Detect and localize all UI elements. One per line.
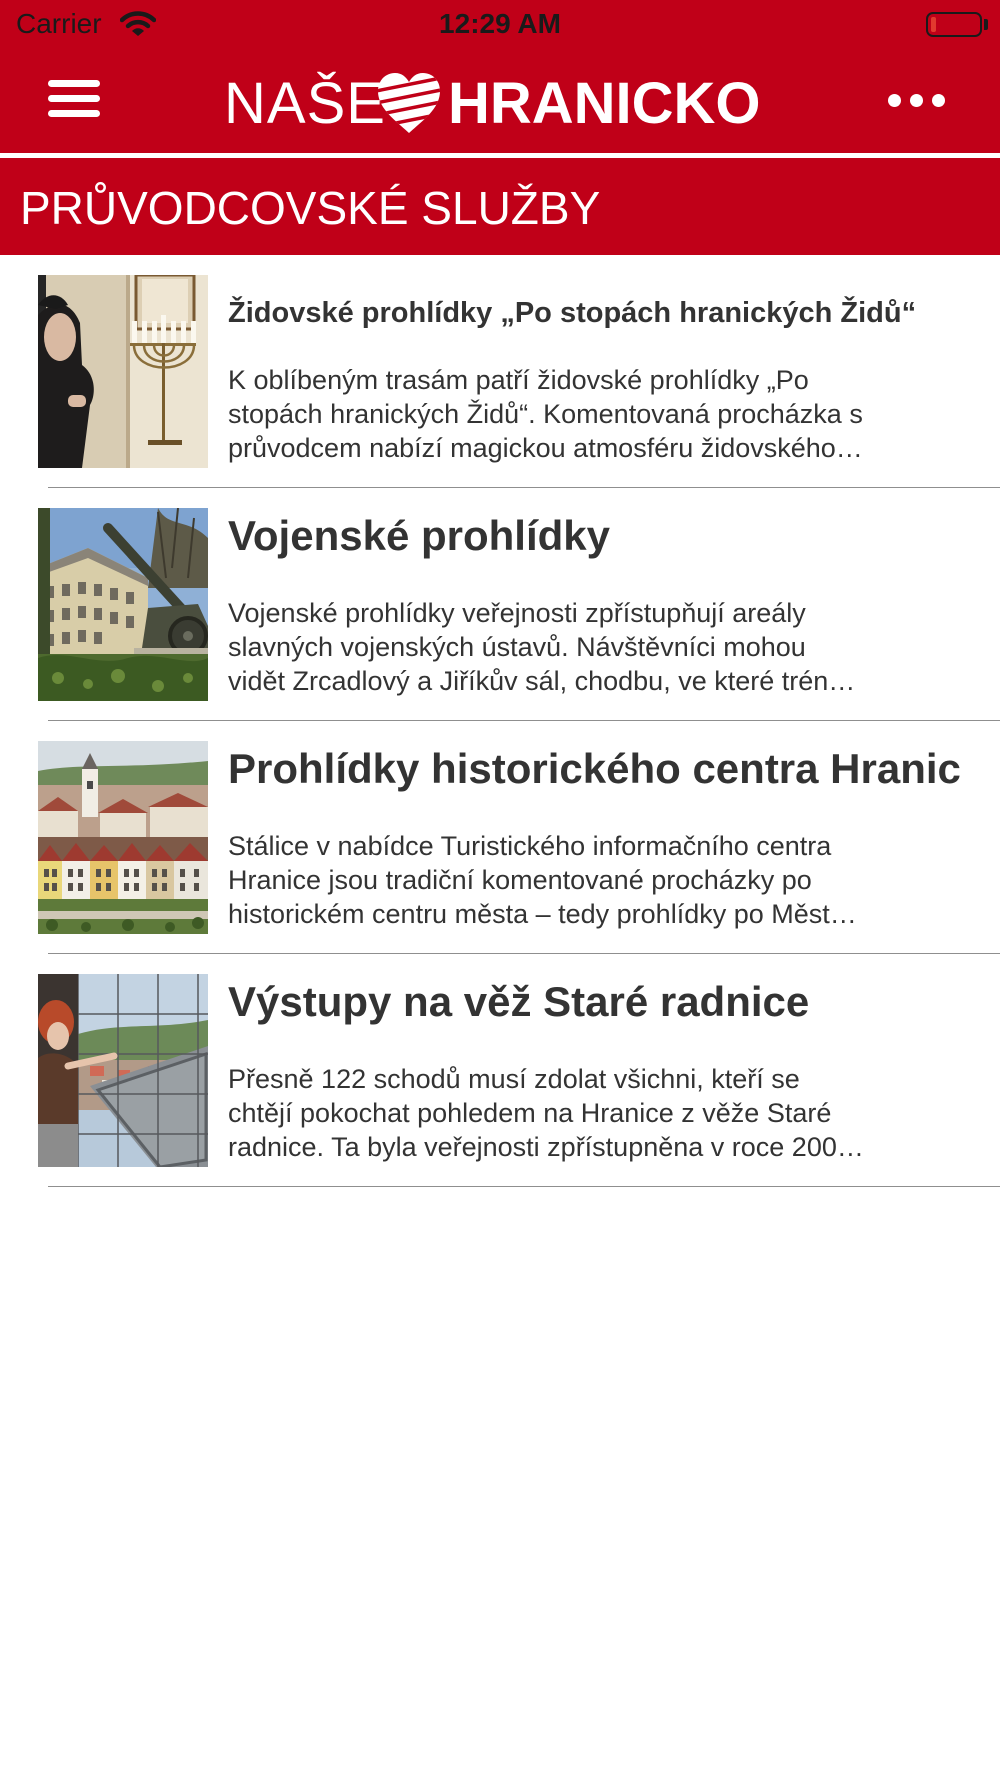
list-item[interactable]: Prohlídky historického centra Hranic Stá… (0, 721, 1000, 954)
list-item[interactable]: Židovské prohlídky „Po stopách hranickýc… (0, 255, 1000, 488)
article-description: Stálice v nabídce Turistického informačn… (228, 829, 968, 931)
description-line: průvodcem nabízí magickou atmosféru žido… (228, 433, 863, 463)
article-thumbnail (38, 974, 208, 1167)
description-line: chtějí pokochat pohledem na Hranice z vě… (228, 1098, 832, 1128)
logo-text-left: NAŠE (224, 71, 386, 136)
article-thumbnail (38, 275, 208, 468)
battery-tip (984, 19, 988, 30)
description-line: Stálice v nabídce Turistického informačn… (228, 831, 832, 861)
article-title[interactable]: Výstupy na věž Staré radnice (228, 976, 982, 1028)
description-line: vidět Zrcadlový a Jiříkův sál, chodbu, v… (228, 666, 856, 696)
status-time: 12:29 AM (439, 8, 561, 39)
article-description: Vojenské prohlídky veřejnosti zpřístupňu… (228, 596, 968, 698)
description-line: K oblíbeným trasám patří židovské prohlí… (228, 365, 809, 395)
article-title[interactable]: Židovské prohlídky „Po stopách hranickýc… (228, 295, 982, 331)
article-thumbnail (38, 741, 208, 934)
description-line: Hranice jsou tradiční komentované prochá… (228, 865, 812, 895)
battery-icon (926, 12, 982, 37)
article-title[interactable]: Prohlídky historického centra Hranic (228, 743, 982, 795)
more-dots-icon[interactable] (880, 86, 952, 116)
section-title: PRŮVODCOVSKÉ SLUŽBY (20, 182, 601, 234)
list-item[interactable]: Výstupy na věž Staré radnice Přesně 122 … (0, 954, 1000, 1187)
article-description: K oblíbeným trasám patří židovské prohlí… (228, 363, 968, 465)
hamburger-menu-icon[interactable] (40, 76, 110, 128)
description-line: slavných vojenských ústavů. Návštěvníci … (228, 632, 806, 662)
battery-level (931, 17, 936, 32)
description-line: radnice. Ta byla veřejnosti zpřístupněna… (228, 1132, 864, 1162)
heart-logo-icon (378, 73, 440, 133)
header-divider (0, 153, 1000, 158)
description-line: stopách hranických Židů“. Komentovaná pr… (228, 399, 863, 429)
logo-text-right: HRANICKO (448, 71, 761, 136)
article-title[interactable]: Vojenské prohlídky (228, 510, 982, 562)
list-item[interactable]: Vojenské prohlídky Vojenské prohlídky ve… (0, 488, 1000, 721)
app-header: Carrier 12:29 AM NAŠE HRANICKO PRŮVODCOV… (0, 0, 1000, 255)
list-divider (48, 1186, 1000, 1187)
description-line: Vojenské prohlídky veřejnosti zpřístupňu… (228, 598, 806, 628)
article-description: Přesně 122 schodů musí zdolat všichni, k… (228, 1062, 968, 1164)
description-line: Přesně 122 schodů musí zdolat všichni, k… (228, 1064, 800, 1094)
description-line: historickém centru města – tedy prohlídk… (228, 899, 857, 929)
status-bar: Carrier 12:29 AM (0, 0, 1000, 50)
app-logo: NAŠE HRANICKO (224, 68, 764, 138)
article-thumbnail (38, 508, 208, 701)
